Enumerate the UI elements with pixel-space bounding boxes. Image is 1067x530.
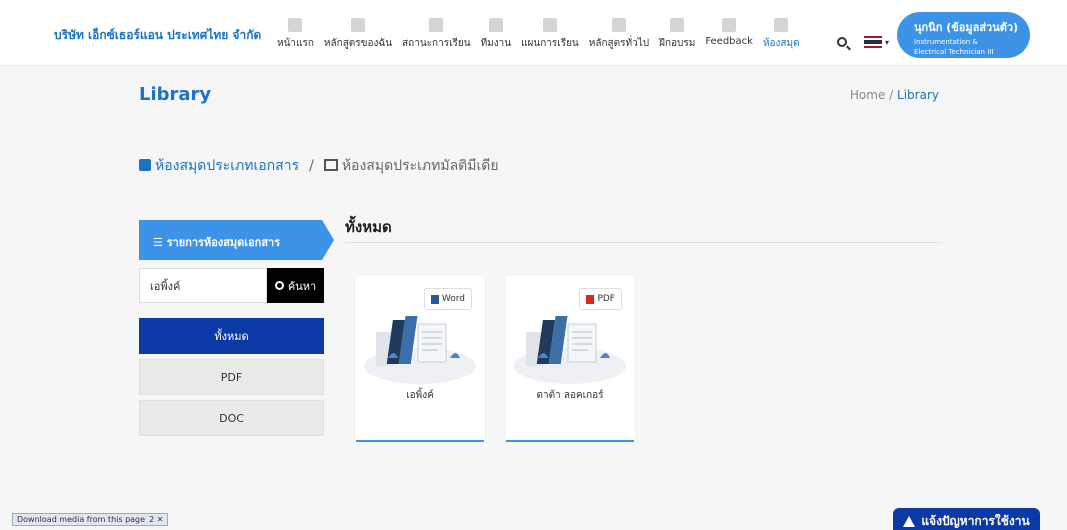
filter-all[interactable]: ทั้งหมด — [139, 318, 324, 354]
nav-label: สถานะการเรียน — [402, 38, 471, 49]
breadcrumb: Home / Library — [850, 88, 939, 102]
nav-item-training[interactable]: ฝึกอบรม — [654, 18, 700, 51]
breadcrumb-separator: / — [889, 88, 894, 102]
nav-item-learning-plan[interactable]: แผนการเรียน — [516, 18, 584, 51]
graduation-cap-icon — [611, 18, 626, 32]
user-role: Instrumentation & — [914, 38, 978, 46]
book-icon — [542, 18, 557, 32]
chevron-down-icon[interactable]: ▾ — [885, 38, 889, 47]
nav-item-general-courses[interactable]: หลักสูตรทั่วไป — [584, 18, 654, 51]
user-role: Electrical Technician III — [914, 48, 994, 56]
nav-item-my-courses[interactable]: หลักสูตรของฉัน — [319, 18, 397, 51]
team-icon — [488, 18, 503, 32]
search-button-label: ค้นหา — [287, 279, 317, 293]
document-card[interactable]: PDF ดาต้า ลอคเกอร์ — [506, 276, 634, 442]
chat-icon — [722, 18, 737, 32]
download-media-bar[interactable]: Download media from this page 2 ✕ — [12, 513, 169, 526]
nav-item-home[interactable]: หน้าแรก — [272, 18, 319, 51]
report-issue-button[interactable]: แจ้งปัญหาการใช้งาน — [893, 508, 1040, 530]
document-name: เอพิ้งค์ — [406, 390, 434, 401]
main-nav: หน้าแรก หลักสูตรของฉัน สถานะการเรียน ทีม… — [272, 18, 805, 51]
nav-label: ทีมงาน — [480, 38, 512, 49]
nav-label: หน้าแรก — [277, 38, 314, 49]
breadcrumb-current: Library — [897, 88, 939, 102]
book-icon — [139, 159, 151, 171]
nav-label: Feedback — [705, 36, 753, 47]
training-icon — [670, 18, 685, 32]
warning-icon — [903, 515, 916, 527]
search-icon — [274, 281, 284, 290]
document-card[interactable]: Word เอพิ้งค์ — [356, 276, 484, 442]
section-title: ทั้งหมด — [345, 218, 392, 236]
nav-label: แผนการเรียน — [521, 38, 579, 49]
top-navbar: บริษัท เอ็กซ์เธอร์แอน ประเทศไทย จำกัด หน… — [0, 0, 1067, 66]
nav-item-learning-status[interactable]: สถานะการเรียน — [397, 18, 476, 51]
download-label: Download media from this page — [17, 515, 146, 524]
library-icon — [774, 18, 789, 32]
nav-label: ห้องสมุด — [762, 38, 800, 49]
nav-item-team[interactable]: ทีมงาน — [476, 18, 517, 51]
multimedia-library-label: ห้องสมุดประเภทมัลติมีเดีย — [341, 158, 499, 174]
search-icon[interactable] — [837, 37, 847, 47]
search-input[interactable] — [139, 268, 267, 303]
divider — [345, 242, 942, 243]
document-illustration — [514, 316, 626, 384]
breadcrumb-home[interactable]: Home — [850, 88, 885, 102]
nav-label: หลักสูตรทั่วไป — [588, 38, 650, 49]
brand-name[interactable]: บริษัท เอ็กซ์เธอร์แอน ประเทศไทย จำกัด — [54, 26, 261, 45]
separator: / — [309, 158, 314, 174]
media-icon — [323, 159, 338, 171]
user-profile-button[interactable]: นุกนิก (ข้อมูลส่วนตัว) Instrumentation &… — [897, 12, 1030, 58]
search-button[interactable]: ค้นหา — [267, 268, 324, 303]
library-type-nav: ห้องสมุดประเภทเอกสาร / ห้องสมุดประเภทมัล… — [139, 155, 499, 177]
document-library-link[interactable]: ห้องสมุดประเภทเอกสาร — [139, 155, 299, 177]
home-icon — [288, 18, 303, 32]
page-title: Library — [139, 84, 212, 105]
nav-item-feedback[interactable]: Feedback — [700, 18, 758, 51]
user-name: นุกนิก (ข้อมูลส่วนตัว) — [914, 21, 1019, 34]
chart-icon — [429, 18, 444, 32]
filter-pdf[interactable]: PDF — [139, 359, 324, 395]
sidebar-header: ☰ รายการห้องสมุดเอกสาร — [139, 220, 334, 260]
document-name: ดาต้า ลอคเกอร์ — [536, 390, 604, 401]
document-library-label: ห้องสมุดประเภทเอกสาร — [155, 158, 300, 174]
report-issue-label: แจ้งปัญหาการใช้งาน — [921, 513, 1030, 528]
nav-item-library[interactable]: ห้องสมุด — [758, 18, 805, 51]
multimedia-library-link[interactable]: ห้องสมุดประเภทมัลติมีเดีย — [323, 155, 499, 177]
thai-flag-icon[interactable] — [864, 36, 882, 48]
list-icon — [350, 18, 365, 32]
nav-label: หลักสูตรของฉัน — [323, 38, 393, 49]
download-extra[interactable]: 2 ✕ — [149, 515, 163, 524]
filter-doc[interactable]: DOC — [139, 400, 324, 436]
nav-label: ฝึกอบรม — [659, 38, 696, 49]
document-illustration — [364, 316, 476, 384]
library-search: ค้นหา — [139, 268, 324, 303]
